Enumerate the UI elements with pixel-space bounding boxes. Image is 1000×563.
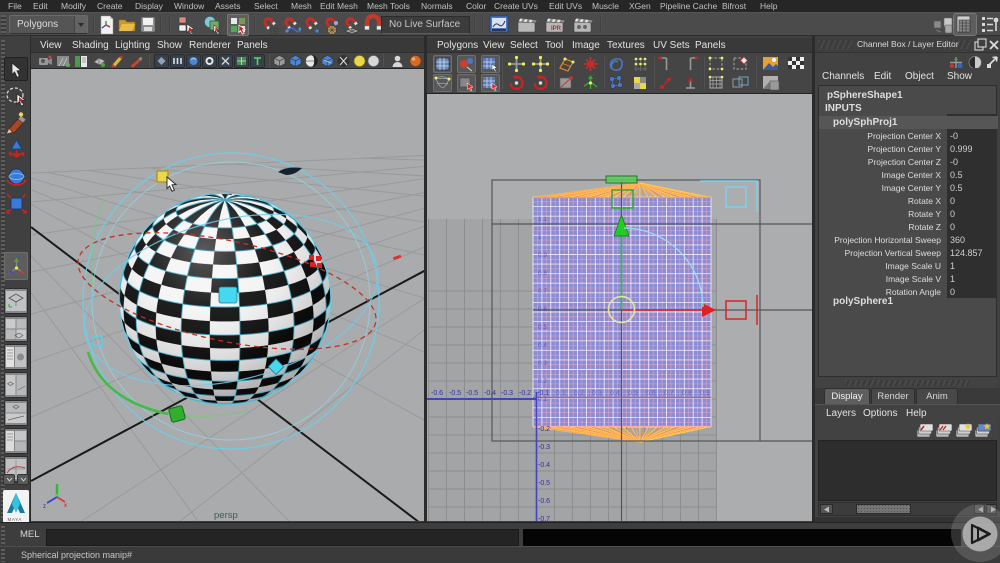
svg-text:-0.3: -0.3 — [501, 390, 513, 397]
svg-text:x: x — [64, 503, 67, 509]
svg-text:0.9: 0.9 — [538, 252, 547, 259]
svg-text:0.7: 0.7 — [538, 288, 547, 295]
svg-text:1.1: 1.1 — [538, 216, 547, 223]
svg-text:0.2: 0.2 — [538, 378, 547, 385]
svg-text:0.3: 0.3 — [538, 360, 547, 367]
svg-text:0.6: 0.6 — [538, 306, 547, 313]
svg-text:-0.7: -0.7 — [538, 516, 550, 521]
svg-text:-0.3: -0.3 — [538, 444, 550, 451]
svg-text:0.4: 0.4 — [538, 342, 547, 349]
svg-text:0.8: 0.8 — [682, 390, 692, 397]
svg-text:-0.4: -0.4 — [484, 390, 496, 397]
svg-text:0.5: 0.5 — [628, 390, 638, 397]
svg-text:IPR: IPR — [551, 26, 562, 32]
svg-text:-0.6: -0.6 — [431, 390, 443, 397]
svg-text:0.2: 0.2 — [574, 390, 584, 397]
svg-text:-0.5: -0.5 — [538, 480, 550, 487]
svg-text:0.4: 0.4 — [610, 390, 620, 397]
svg-text:0.1: 0.1 — [538, 396, 547, 403]
svg-text:0.9: 0.9 — [700, 390, 710, 397]
svg-text:0.5: 0.5 — [538, 324, 547, 331]
svg-text:-0.4: -0.4 — [538, 462, 550, 469]
svg-text:z: z — [43, 504, 46, 510]
svg-text:0.6: 0.6 — [646, 390, 656, 397]
svg-text:1: 1 — [538, 234, 542, 241]
svg-text:0.7: 0.7 — [664, 390, 674, 397]
svg-text:-0.2: -0.2 — [538, 426, 550, 433]
svg-text:-0.5: -0.5 — [466, 390, 478, 397]
svg-text:-0.5: -0.5 — [449, 390, 461, 397]
svg-text:0.3: 0.3 — [592, 390, 602, 397]
svg-text:-0.6: -0.6 — [538, 498, 550, 505]
svg-text:0.1: 0.1 — [556, 390, 566, 397]
svg-text:0.8: 0.8 — [538, 270, 547, 277]
svg-text:-0.2: -0.2 — [519, 390, 531, 397]
svg-text:persp: persp — [214, 510, 238, 521]
